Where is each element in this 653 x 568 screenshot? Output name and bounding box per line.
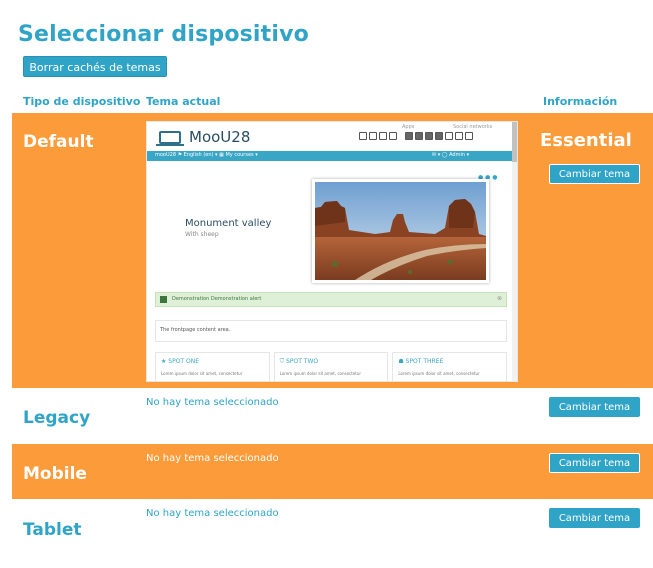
monument-valley-image [315,182,486,280]
laptop-base [156,144,184,146]
theme-screenshot: MooU28 Apps Social networks mooU28 ⚑ Eng… [146,121,518,382]
social-icon [415,132,423,140]
device-name: Legacy [23,408,91,428]
preview-social-label: Social networks [453,124,493,130]
laptop-icon [159,131,181,144]
device-name: Default [23,132,94,152]
current-theme-name: Essential [540,130,632,151]
spot-body: Lorem ipsum dolor sit amet, consectetur [398,371,480,376]
no-theme-status: No hay tema seleccionado [146,453,279,464]
header-information: Información [543,95,618,108]
spot-body: Lorem ipsum dolor sit amet, consectetur [161,371,243,376]
app-icon [359,132,367,140]
preview-content-area: The frontpage content area. [155,320,507,342]
social-icon [425,132,433,140]
spot-title: ★ SPOT ONE [161,358,200,365]
social-icon [435,132,443,140]
alert-icon [160,296,167,303]
preview-site-name: MooU28 [189,128,251,146]
change-theme-button-default[interactable]: Cambiar tema [549,164,640,184]
app-icon [379,132,387,140]
preview-nav-left: mooU28 ⚑ English (en) ▾ ▦ My courses ▾ [155,152,258,158]
no-theme-status: No hay tema seleccionado [146,508,279,519]
no-theme-status: No hay tema seleccionado [146,397,279,408]
device-row-default: Default MooU28 Apps Social networks mooU… [12,113,653,388]
page-title: Seleccionar dispositivo [18,22,309,47]
change-theme-button-mobile[interactable]: Cambiar tema [549,453,640,473]
preview-alert: Demonstration Demonstration alert ⊗ [155,292,507,307]
preview-header: MooU28 Apps Social networks [147,122,517,150]
preview-spot: ★ SPOT ONE Lorem ipsum dolor sit amet, c… [155,352,270,381]
social-icon [465,132,473,140]
preview-scrollbar [512,122,517,381]
social-icon [455,132,463,140]
device-row-legacy: Legacy No hay tema seleccionado Cambiar … [12,388,653,444]
social-icon [445,132,453,140]
device-name: Tablet [23,520,82,540]
change-theme-button-tablet[interactable]: Cambiar tema [549,508,640,528]
icon-gap [399,132,403,140]
preview-apps-label: Apps [402,124,415,130]
preview-spot: ⛉ SPOT TWO Lorem ipsum dolor sit amet, c… [273,352,389,381]
change-theme-button-legacy[interactable]: Cambiar tema [549,397,640,417]
preview-scroll-thumb [512,122,517,162]
social-icon [405,132,413,140]
app-icon [369,132,377,140]
preview-slide-image [312,179,489,283]
preview-alert-text: Demonstration Demonstration alert [172,296,262,302]
preview-app-icons [359,132,473,140]
device-row-mobile: Mobile No hay tema seleccionado Cambiar … [12,444,653,499]
app-icon [389,132,397,140]
preview-content-text: The frontpage content area. [160,327,231,333]
close-icon: ⊗ [496,295,502,302]
header-device-type: Tipo de dispositivo [23,95,141,108]
spot-body: Lorem ipsum dolor sit amet, consectetur [279,371,362,376]
device-name: Mobile [23,464,87,484]
header-current-theme: Tema actual [146,95,221,108]
preview-slide-title: Monument valley [185,218,272,229]
spot-title: ⛉ SPOT TWO [279,358,319,365]
preview-spots: ★ SPOT ONE Lorem ipsum dolor sit amet, c… [155,352,508,381]
preview-nav-right: ✉ ▾ ◯ Admin ▾ [432,152,470,158]
purge-theme-caches-button[interactable]: Borrar cachés de temas [23,56,167,77]
preview-spot: ☗ SPOT THREE Lorem ipsum dolor sit amet,… [392,352,508,381]
spot-title: ☗ SPOT THREE [398,358,444,365]
device-row-tablet: Tablet No hay tema seleccionado Cambiar … [12,499,653,554]
preview-slide-subtitle: With sheep [185,231,219,238]
preview-navbar: mooU28 ⚑ English (en) ▾ ▦ My courses ▾ ✉… [147,151,517,161]
